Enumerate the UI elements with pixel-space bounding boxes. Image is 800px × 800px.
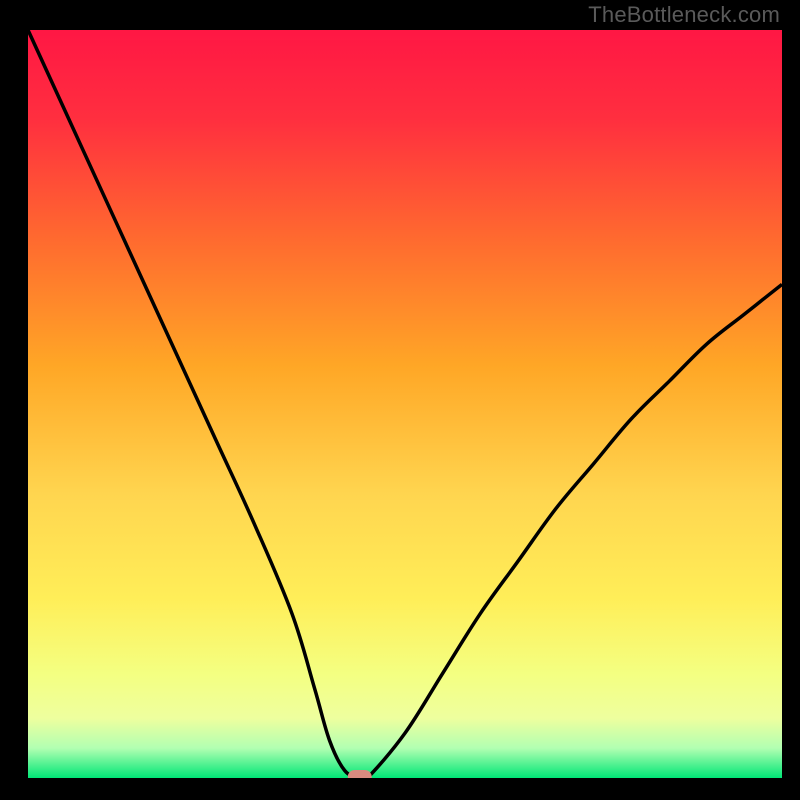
frame <box>782 0 800 800</box>
frame <box>0 778 800 800</box>
plot-background <box>28 30 782 778</box>
frame <box>0 0 28 800</box>
bottleneck-chart <box>0 0 800 800</box>
chart-container: TheBottleneck.com <box>0 0 800 800</box>
attribution-label: TheBottleneck.com <box>588 2 780 28</box>
